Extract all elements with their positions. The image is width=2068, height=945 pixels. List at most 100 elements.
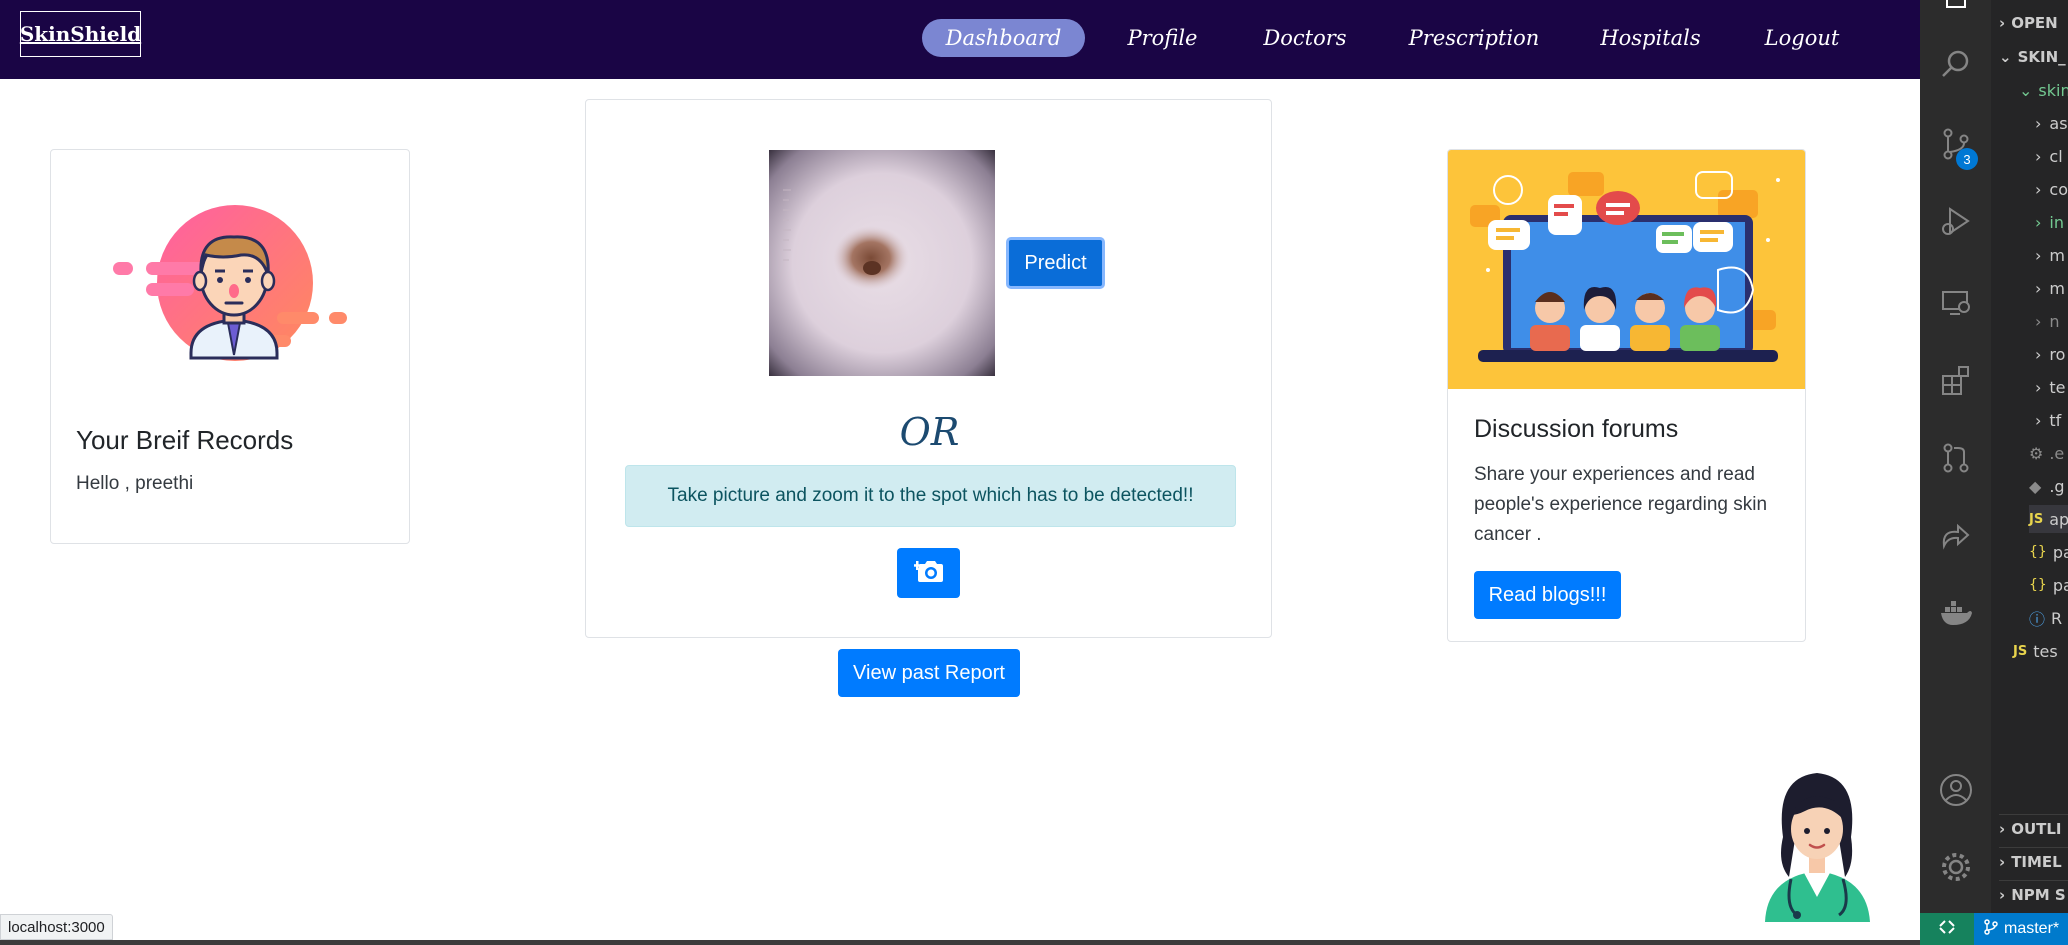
entry-label: ap xyxy=(2049,509,2068,529)
open-editors-label: OPEN xyxy=(2011,14,2058,32)
explorer-entry[interactable]: › te xyxy=(2035,373,2066,401)
camera-plus-icon xyxy=(912,558,944,589)
explorer-entry[interactable]: › n xyxy=(2035,307,2060,335)
entry-label: .g xyxy=(2049,476,2065,496)
skin-lesion-image xyxy=(769,150,995,376)
outline-section[interactable]: › OUTLI xyxy=(1999,814,2068,842)
screen: SkinShield Dashboard Profile Doctors Pre… xyxy=(0,0,2068,945)
browser-bottom-edge xyxy=(0,940,1920,945)
info-file-icon: ⓘ xyxy=(2029,610,2046,629)
instruction-alert: Take picture and zoom it to the spot whi… xyxy=(625,465,1236,527)
doctor-chatbot-avatar[interactable] xyxy=(1755,767,1880,922)
project-folder[interactable]: ⌄ SKIN_ xyxy=(1999,43,2066,71)
view-past-report-button[interactable]: View past Report xyxy=(838,649,1020,697)
discussion-forum-card: Discussion forums Share your experiences… xyxy=(1447,149,1806,642)
explorer-entry[interactable]: › in xyxy=(2035,208,2064,236)
explorer-entry[interactable]: ⓘ R xyxy=(2029,604,2062,632)
explorer-entry[interactable]: › co xyxy=(2035,175,2068,203)
nav-prescription[interactable]: Prescription xyxy=(1409,19,1540,57)
explorer-entry[interactable]: › m xyxy=(2035,241,2065,269)
records-card: Your Breif Records Hello , preethi xyxy=(50,149,410,544)
entry-label: n xyxy=(2049,311,2060,331)
remote-status-button[interactable] xyxy=(1920,913,1974,945)
search-icon[interactable] xyxy=(1938,46,1974,82)
js-file-icon: JS xyxy=(2029,511,2044,527)
user-avatar-illustration xyxy=(111,205,356,380)
git-branch-status[interactable]: master* xyxy=(1974,913,2068,945)
explorer-entry[interactable]: JS ap xyxy=(2029,505,2068,533)
json-file-icon: {} xyxy=(2029,577,2047,593)
docker-icon[interactable] xyxy=(1938,595,1974,631)
remote-connection-icon xyxy=(1938,918,1956,941)
js-file-icon: JS xyxy=(2013,643,2028,659)
entry-label: tf xyxy=(2049,410,2062,430)
entry-label: pa xyxy=(2052,575,2068,595)
camera-button[interactable] xyxy=(897,548,960,598)
branch-name: master* xyxy=(2004,920,2060,937)
pull-request-icon[interactable] xyxy=(1938,440,1974,476)
open-editors-section[interactable]: › OPEN xyxy=(1999,9,2058,37)
npm-scripts-section[interactable]: › NPM S xyxy=(1999,880,2068,908)
nav-profile[interactable]: Profile xyxy=(1120,19,1205,57)
live-share-icon[interactable] xyxy=(1938,518,1974,554)
predict-card: Predict OR Take picture and zoom it to t… xyxy=(585,99,1272,638)
brand-logo-link[interactable]: SkinShield xyxy=(20,11,141,57)
skin-folder[interactable]: ⌄ skin xyxy=(2019,76,2068,104)
explorer-entry[interactable]: › ro xyxy=(2035,340,2065,368)
entry-label: tes xyxy=(2033,641,2058,661)
greeting-text: Hello , preethi xyxy=(76,473,194,494)
read-blogs-button[interactable]: Read blogs!!! xyxy=(1474,571,1621,619)
git-file-icon: ◆ xyxy=(2029,476,2042,496)
outline-label: OUTLI xyxy=(2011,819,2062,838)
entry-label: co xyxy=(2049,179,2068,199)
git-branch-icon xyxy=(1984,918,1998,940)
entry-label: te xyxy=(2049,377,2066,397)
nav-hospitals[interactable]: Hospitals xyxy=(1600,19,1701,57)
entry-label: R xyxy=(2051,608,2063,628)
extensions-icon[interactable] xyxy=(1938,362,1974,398)
timeline-label: TIMEL xyxy=(2011,852,2062,871)
explorer-icon[interactable] xyxy=(1938,0,1974,24)
explorer-entry[interactable]: ◆ .g xyxy=(2029,472,2065,500)
accounts-icon[interactable] xyxy=(1938,772,1974,808)
entry-label: .e xyxy=(2049,443,2065,463)
explorer-entry[interactable]: JS tes xyxy=(2013,637,2058,665)
project-label: SKIN_ xyxy=(2017,48,2066,66)
explorer-entry[interactable]: {} pa xyxy=(2029,571,2068,599)
predict-button[interactable]: Predict xyxy=(1006,237,1105,289)
settings-gear-icon[interactable] xyxy=(1938,849,1974,885)
entry-label: pa xyxy=(2052,542,2068,562)
entry-label: as xyxy=(2049,113,2068,133)
json-file-icon: {} xyxy=(2029,544,2047,560)
run-debug-icon[interactable] xyxy=(1938,203,1974,239)
forum-description: Share your experiences and read people's… xyxy=(1474,464,1768,545)
entry-label: m xyxy=(2049,245,2065,265)
nav-dashboard[interactable]: Dashboard xyxy=(922,19,1085,57)
nav-logout[interactable]: Logout xyxy=(1762,19,1842,57)
explorer-entry[interactable]: › cl xyxy=(2035,142,2063,170)
vscode-explorer: › OPEN ⌄ SKIN_ ⌄ skin › as › cl › co › in › m › m… xyxy=(1991,0,2068,945)
explorer-entry[interactable]: ⚙ .e xyxy=(2029,439,2064,467)
records-title: Your Breif Records xyxy=(76,425,294,455)
navbar: SkinShield Dashboard Profile Doctors Pre… xyxy=(0,0,1920,79)
skin-folder-label: skin xyxy=(2038,80,2068,100)
entry-label: m xyxy=(2049,278,2065,298)
web-page: SkinShield Dashboard Profile Doctors Pre… xyxy=(0,0,1920,945)
explorer-entry[interactable]: › as xyxy=(2035,109,2068,137)
explorer-entry[interactable]: {} pa xyxy=(2029,538,2068,566)
entry-label: ro xyxy=(2049,344,2066,364)
forum-title: Discussion forums xyxy=(1474,415,1679,443)
npm-label: NPM S xyxy=(2011,885,2066,904)
remote-explorer-icon[interactable] xyxy=(1938,285,1974,321)
explorer-entry[interactable]: › tf xyxy=(2035,406,2061,434)
discussion-forum-illustration xyxy=(1448,150,1805,389)
browser-status-url: localhost:3000 xyxy=(0,914,113,940)
explorer-entry[interactable]: › m xyxy=(2035,274,2065,302)
nav-doctors[interactable]: Doctors xyxy=(1260,19,1350,57)
gear-file-icon: ⚙ xyxy=(2029,443,2044,463)
vscode-activity-bar: 3 xyxy=(1920,0,1991,945)
timeline-section[interactable]: › TIMEL xyxy=(1999,847,2068,875)
entry-label: in xyxy=(2049,212,2064,232)
or-divider-text: OR xyxy=(899,410,960,454)
entry-label: cl xyxy=(2049,146,2063,166)
